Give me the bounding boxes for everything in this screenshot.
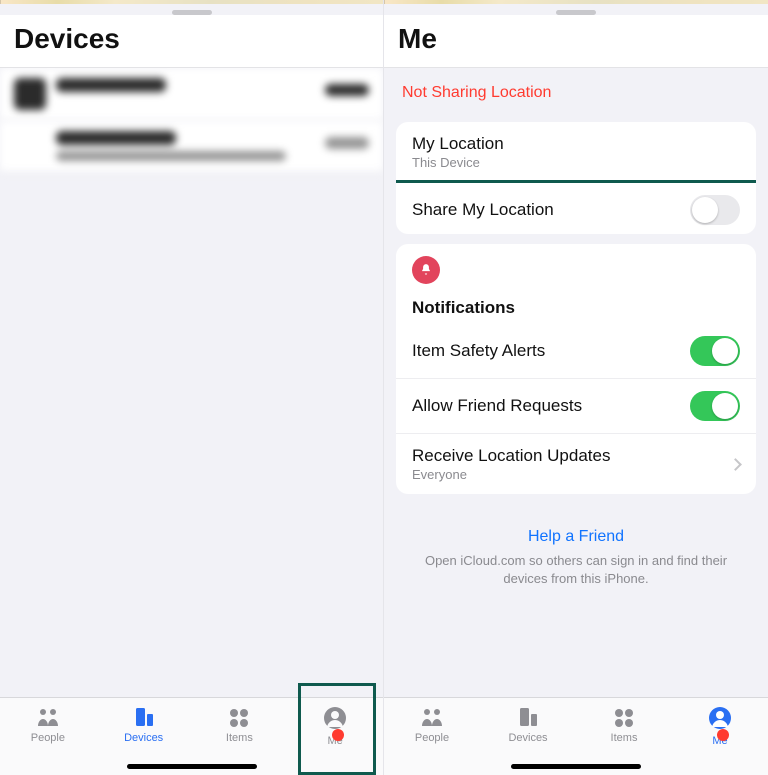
header-me: Me — [384, 15, 768, 68]
help-a-friend-block: Help a Friend Open iCloud.com so others … — [384, 528, 768, 587]
items-icon — [226, 706, 252, 730]
receive-updates-title: Receive Location Updates — [412, 446, 723, 466]
me-icon — [707, 706, 733, 730]
tab-label: People — [31, 732, 65, 744]
tab-label: People — [415, 732, 449, 744]
tab-items[interactable]: Items — [192, 698, 288, 744]
tab-me[interactable]: Me — [672, 698, 768, 747]
badge-icon — [717, 729, 729, 741]
item-safety-toggle[interactable] — [690, 336, 740, 366]
item-safety-row[interactable]: Item Safety Alerts — [396, 324, 756, 379]
notifications-card: Notifications Item Safety Alerts Allow F… — [396, 244, 756, 494]
tab-label: Devices — [508, 732, 547, 744]
location-card: My Location This Device Share My Locatio… — [396, 122, 756, 234]
devices-icon — [515, 706, 541, 730]
receive-updates-row[interactable]: Receive Location Updates Everyone — [396, 434, 756, 494]
tab-label: Items — [226, 732, 253, 744]
item-safety-title: Item Safety Alerts — [412, 341, 690, 361]
friend-requests-toggle[interactable] — [690, 391, 740, 421]
my-location-sub: This Device — [412, 155, 740, 170]
badge-icon — [332, 729, 344, 741]
my-location-title: My Location — [412, 134, 740, 154]
device-icon — [14, 78, 46, 110]
help-a-friend-link[interactable]: Help a Friend — [408, 528, 744, 546]
tab-bar: People Devices Items Me — [384, 697, 768, 775]
items-icon — [611, 706, 637, 730]
tab-bar: People Devices Items Me — [0, 697, 383, 775]
share-location-toggle[interactable] — [690, 195, 740, 225]
map-sliver — [384, 0, 768, 4]
tab-people[interactable]: People — [384, 698, 480, 744]
device-row[interactable] — [0, 68, 383, 121]
tab-label: Items — [611, 732, 638, 744]
tab-me[interactable]: Me — [287, 698, 383, 747]
share-my-location-title: Share My Location — [412, 200, 690, 220]
home-indicator[interactable] — [511, 764, 641, 769]
share-my-location-row[interactable]: Share My Location — [396, 180, 756, 234]
help-a-friend-text: Open iCloud.com so others can sign in an… — [408, 552, 744, 587]
home-indicator[interactable] — [127, 764, 257, 769]
bell-icon — [412, 256, 440, 284]
me-body: Not Sharing Location My Location This De… — [384, 68, 768, 697]
devices-icon — [131, 706, 157, 730]
page-title: Devices — [14, 23, 369, 55]
tab-label: Devices — [124, 732, 163, 744]
tab-devices[interactable]: Devices — [96, 698, 192, 744]
me-panel: Me Not Sharing Location My Location This… — [384, 0, 768, 775]
device-row[interactable] — [0, 121, 383, 172]
chevron-right-icon — [729, 458, 742, 471]
receive-updates-sub: Everyone — [412, 467, 723, 482]
header-devices: Devices — [0, 15, 383, 68]
devices-panel: Devices People — [0, 0, 384, 775]
tab-devices[interactable]: Devices — [480, 698, 576, 744]
me-icon — [322, 706, 348, 730]
map-sliver — [0, 0, 383, 4]
tab-items[interactable]: Items — [576, 698, 672, 744]
friend-requests-title: Allow Friend Requests — [412, 396, 690, 416]
sharing-status: Not Sharing Location — [384, 68, 768, 112]
page-title: Me — [398, 23, 754, 55]
people-icon — [419, 706, 445, 730]
notifications-heading: Notifications — [396, 284, 756, 324]
my-location-row[interactable]: My Location This Device — [396, 122, 756, 183]
people-icon — [35, 706, 61, 730]
devices-list — [0, 68, 383, 697]
tab-people[interactable]: People — [0, 698, 96, 744]
friend-requests-row[interactable]: Allow Friend Requests — [396, 379, 756, 434]
